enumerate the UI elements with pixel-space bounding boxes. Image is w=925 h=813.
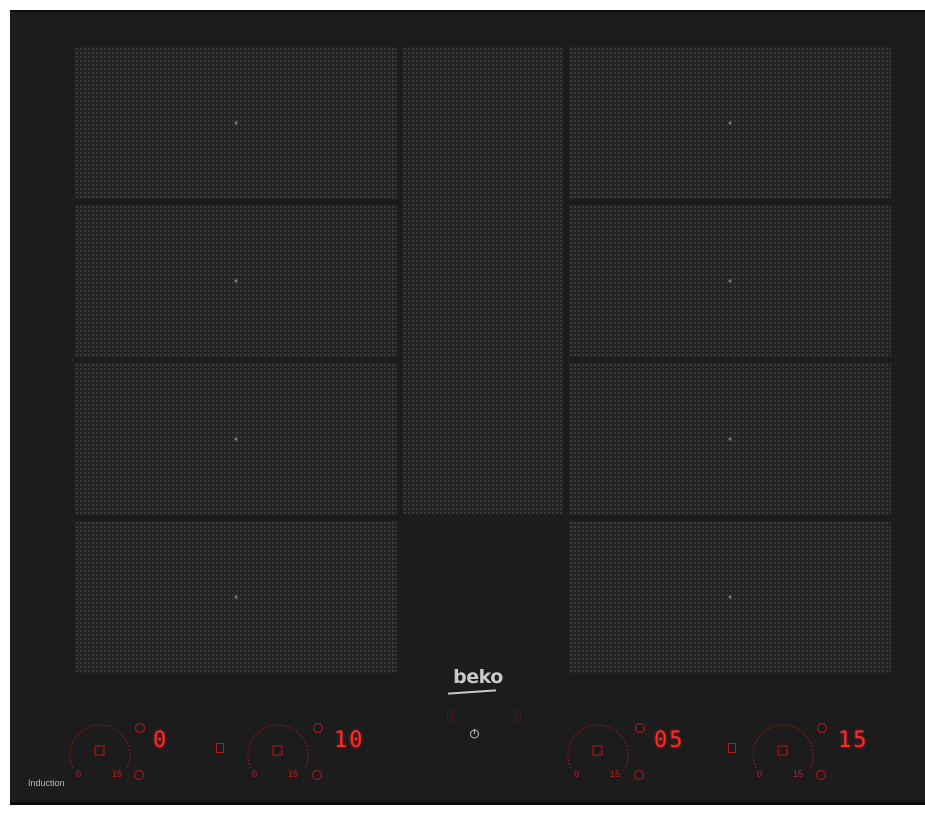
cooking-zone-right-3[interactable] bbox=[569, 363, 891, 515]
center-indicator-left bbox=[447, 711, 453, 722]
cooking-zone-left-3[interactable] bbox=[75, 363, 397, 515]
slider-scale-low: 0 bbox=[757, 769, 763, 779]
cooking-zone-left-4[interactable] bbox=[75, 521, 397, 673]
zone-center-dot-icon bbox=[234, 437, 238, 441]
slider-scale-low: 0 bbox=[76, 769, 82, 779]
cooking-zone-center[interactable] bbox=[403, 47, 563, 514]
zone-center-dot-icon bbox=[728, 595, 732, 599]
pause-icon[interactable] bbox=[634, 770, 644, 780]
pause-icon[interactable] bbox=[134, 770, 144, 780]
zone-power-display: 10 bbox=[334, 728, 365, 753]
cooking-zone-right-2[interactable] bbox=[569, 205, 891, 357]
zone-center-dot-icon bbox=[234, 121, 238, 125]
slider-scale-low: 0 bbox=[252, 769, 258, 779]
timer-icon[interactable] bbox=[817, 723, 827, 733]
power-icon[interactable] bbox=[469, 728, 480, 739]
induction-label: Induction bbox=[28, 778, 65, 788]
slider-scale-high: 15 bbox=[288, 769, 299, 779]
slider-scale-high: 15 bbox=[793, 769, 804, 779]
pause-icon[interactable] bbox=[816, 770, 826, 780]
zone-center-dot-icon bbox=[728, 279, 732, 283]
timer-icon[interactable] bbox=[313, 723, 323, 733]
zone-power-display: 05 bbox=[654, 728, 685, 753]
cooking-zone-left-2[interactable] bbox=[75, 205, 397, 357]
timer-icon[interactable] bbox=[635, 723, 645, 733]
slider-scale-low: 0 bbox=[574, 769, 580, 779]
pause-icon[interactable] bbox=[312, 770, 322, 780]
zone-center-dot-icon bbox=[234, 595, 238, 599]
zone-power-display: 15 bbox=[838, 728, 869, 753]
center-indicator-right bbox=[515, 711, 521, 722]
zone-center-dot-icon bbox=[728, 121, 732, 125]
slider-scale-high: 15 bbox=[112, 769, 123, 779]
timer-icon[interactable] bbox=[135, 723, 145, 733]
zone-power-display: 0 bbox=[153, 728, 169, 753]
bridge-icon[interactable] bbox=[728, 743, 736, 753]
zone-center-dot-icon bbox=[234, 279, 238, 283]
cooking-zone-right-1[interactable] bbox=[569, 47, 891, 199]
brand-logo: beko bbox=[453, 666, 503, 688]
cooking-zone-left-1[interactable] bbox=[75, 47, 397, 199]
slider-scale-high: 15 bbox=[610, 769, 621, 779]
bridge-icon[interactable] bbox=[216, 743, 224, 753]
cooking-zone-right-4[interactable] bbox=[569, 521, 891, 673]
zone-center-dot-icon bbox=[728, 437, 732, 441]
